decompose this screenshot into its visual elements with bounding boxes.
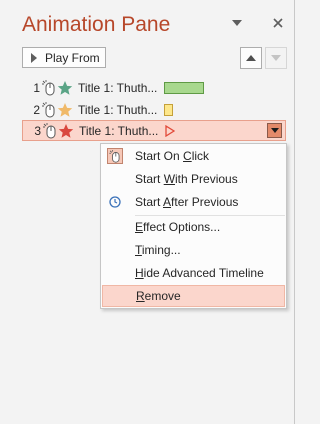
animation-item-1[interactable]: 1 Title 1: Thuth... <box>22 77 286 98</box>
mouse-click-icon <box>43 122 56 138</box>
menu-item-start-with-previous[interactable]: Start With Previous <box>101 168 286 190</box>
animation-title: Title 1: Thuth... <box>78 102 158 117</box>
menu-item-effect-options[interactable]: Effect Options... <box>101 216 286 238</box>
menu-item-label: Start After Previous <box>135 195 239 209</box>
menu-item-label: Start With Previous <box>135 172 238 186</box>
animation-item-2[interactable]: 2 Title 1: Thuth... <box>22 99 286 120</box>
star-icon <box>58 123 74 138</box>
animation-number: 2 <box>33 102 40 117</box>
star-icon <box>57 102 73 117</box>
menu-item-start-after-previous[interactable]: Start After Previous <box>101 191 286 213</box>
move-up-button[interactable] <box>240 47 262 69</box>
timeline-bar <box>164 81 204 94</box>
task-pane-options-button[interactable] <box>228 14 246 32</box>
animation-title: Title 1: Thuth... <box>79 123 159 138</box>
exit-marker-icon <box>165 124 175 137</box>
timeline-bar <box>164 103 173 116</box>
mouse-click-icon <box>42 79 55 95</box>
mouse-click-icon <box>107 148 123 164</box>
close-pane-button[interactable] <box>269 14 287 32</box>
menu-item-label: Effect Options... <box>135 220 221 234</box>
play-from-button[interactable]: Play From <box>22 47 106 68</box>
menu-item-label: Timing... <box>135 243 181 257</box>
chevron-down-icon <box>270 128 279 133</box>
clock-icon <box>107 194 123 210</box>
menu-item-remove[interactable]: Remove <box>102 285 285 307</box>
menu-item-label: Remove <box>136 289 181 303</box>
animation-item-3[interactable]: 3 Title 1: Thuth... <box>22 120 286 141</box>
menu-item-label: Start On Click <box>135 149 210 163</box>
star-icon <box>57 80 73 95</box>
animation-context-menu: Start On Click Start With Previous Start… <box>100 143 287 309</box>
mouse-click-icon <box>42 101 55 117</box>
up-arrow-icon <box>246 55 256 61</box>
animation-title: Title 1: Thuth... <box>78 80 158 95</box>
animation-dropdown-button[interactable] <box>267 123 282 138</box>
menu-item-hide-advanced-timeline[interactable]: Hide Advanced Timeline <box>101 262 286 284</box>
play-from-label: Play From <box>45 50 100 65</box>
pane-right-border <box>294 0 295 424</box>
menu-item-start-on-click[interactable]: Start On Click <box>101 145 286 167</box>
menu-item-label: Hide Advanced Timeline <box>135 266 264 280</box>
animation-number: 1 <box>33 80 40 95</box>
menu-item-timing[interactable]: Timing... <box>101 239 286 261</box>
play-icon <box>31 52 37 63</box>
pane-title: Animation Pane <box>22 13 171 36</box>
animation-number: 3 <box>34 123 41 138</box>
close-icon <box>273 18 283 28</box>
triangle-down-icon <box>232 20 242 26</box>
down-arrow-icon <box>271 55 281 61</box>
move-down-button[interactable] <box>265 47 287 69</box>
